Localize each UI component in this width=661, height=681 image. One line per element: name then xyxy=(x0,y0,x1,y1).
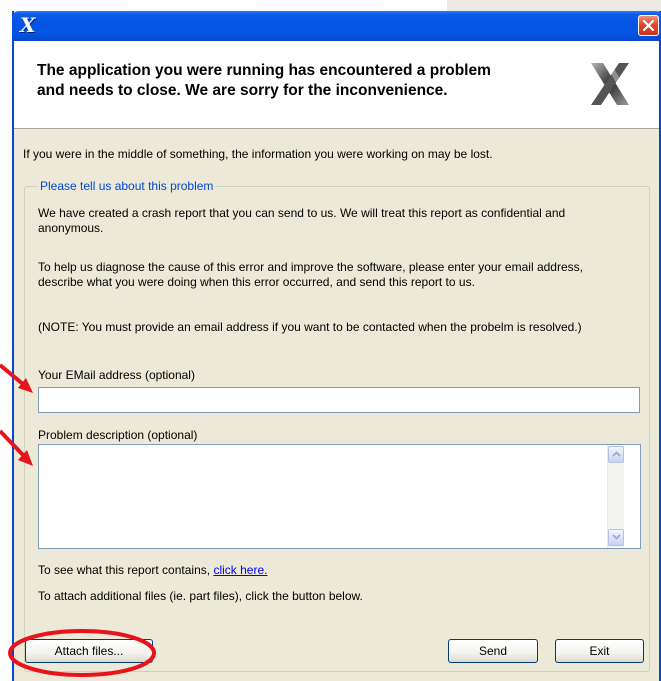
exit-button[interactable]: Exit xyxy=(555,639,644,663)
description-label: Problem description (optional) xyxy=(38,428,198,442)
arrow-up-icon xyxy=(612,451,621,457)
close-icon xyxy=(643,20,654,31)
attach-files-text: To attach additional files (ie. part fil… xyxy=(38,589,363,603)
screen: X The application you were running has e… xyxy=(0,0,661,681)
description-scrollbar[interactable] xyxy=(607,445,624,548)
header-message-line2: and needs to close. We are sorry for the… xyxy=(37,82,448,99)
title-bar[interactable]: X xyxy=(12,11,661,41)
note-paragraph: (NOTE: You must provide an email address… xyxy=(38,320,582,334)
instructions-paragraph: To help us diagnose the cause of this er… xyxy=(38,260,583,289)
header-panel: The application you were running has enc… xyxy=(14,41,659,129)
report-contents-line: To see what this report contains, click … xyxy=(38,563,267,578)
x-logo-icon xyxy=(591,63,629,105)
scroll-down-button[interactable] xyxy=(608,529,624,546)
attach-files-button[interactable]: Attach files... xyxy=(25,639,153,663)
email-input[interactable] xyxy=(38,387,640,413)
report-contents-text: To see what this report contains, xyxy=(38,563,214,577)
title-logo-icon: X xyxy=(20,13,36,37)
send-button[interactable]: Send xyxy=(448,639,538,663)
scroll-up-button[interactable] xyxy=(608,446,624,463)
crash-report-dialog: X The application you were running has e… xyxy=(12,11,661,681)
intro-text: If you were in the middle of something, … xyxy=(23,147,493,161)
click-here-link[interactable]: click here. xyxy=(213,563,267,577)
groupbox-legend: Please tell us about this problem xyxy=(38,179,216,194)
crash-report-paragraph: We have created a crash report that you … xyxy=(38,206,566,235)
header-message-line1: The application you were running has enc… xyxy=(37,62,491,79)
header-message: The application you were running has enc… xyxy=(37,61,557,101)
arrow-down-icon xyxy=(612,534,621,540)
close-button[interactable] xyxy=(638,15,659,36)
description-textarea[interactable] xyxy=(38,444,641,549)
email-label: Your EMail address (optional) xyxy=(38,368,195,382)
